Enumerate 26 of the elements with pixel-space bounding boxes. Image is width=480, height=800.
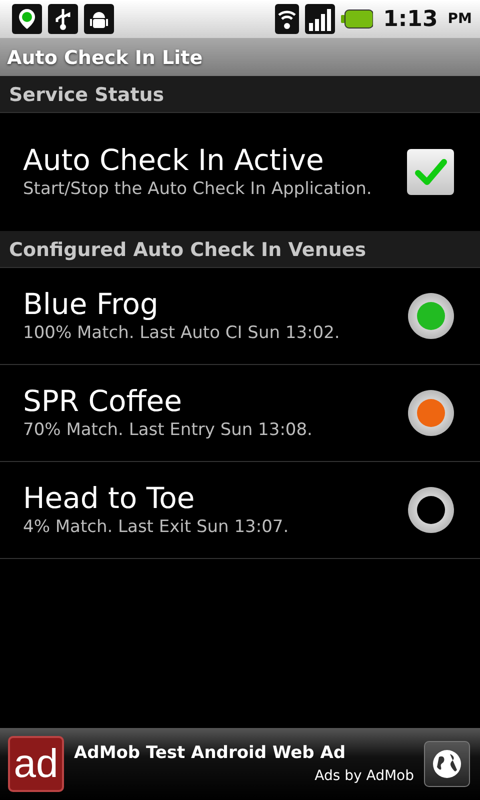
checkbox[interactable] (407, 149, 454, 195)
item-title: SPR Coffee (23, 384, 183, 418)
location-pin-icon (16, 7, 38, 31)
app-title: Auto Check In Lite (0, 38, 480, 76)
item-title: Head to Toe (23, 480, 196, 516)
battery-icon (341, 9, 374, 29)
preference-item[interactable]: Blue Frog 100% Match. Last Auto CI Sun 13:02. (0, 268, 480, 365)
item-title: Auto Check In Active (23, 142, 325, 178)
ad-headline[interactable]: AdMob Test Android Web Ad (74, 740, 414, 766)
item-summary: 4% Match. Last Exit Sun 13:07. (23, 516, 290, 538)
section-header: Configured Auto Check In Venues (0, 231, 480, 268)
section-header: Service Status (0, 76, 480, 113)
globe-button[interactable] (424, 741, 470, 787)
item-summary: 100% Match. Last Auto CI Sun 13:02. (23, 322, 341, 344)
globe-icon (431, 748, 463, 780)
preference-item[interactable]: Head to Toe 4% Match. Last Exit Sun 13:07. (0, 462, 480, 559)
clock-time: 1:13 (383, 6, 438, 34)
item-summary: Start/Stop the Auto Check In Application. (23, 178, 373, 200)
ad-attribution: Ads by AdMob (314, 767, 414, 786)
signal-bars-icon (307, 7, 334, 31)
ad-logo[interactable]: ad (8, 736, 64, 792)
preference-item[interactable]: Auto Check In Active Start/Stop the Auto Check In Application. (0, 113, 480, 231)
preference-item[interactable]: SPR Coffee 70% Match. Last Entry Sun 13:08. (0, 365, 480, 462)
item-summary: 70% Match. Last Entry Sun 13:08. (23, 418, 314, 442)
clock-period: PM (448, 10, 472, 28)
item-title: Blue Frog (23, 286, 160, 322)
